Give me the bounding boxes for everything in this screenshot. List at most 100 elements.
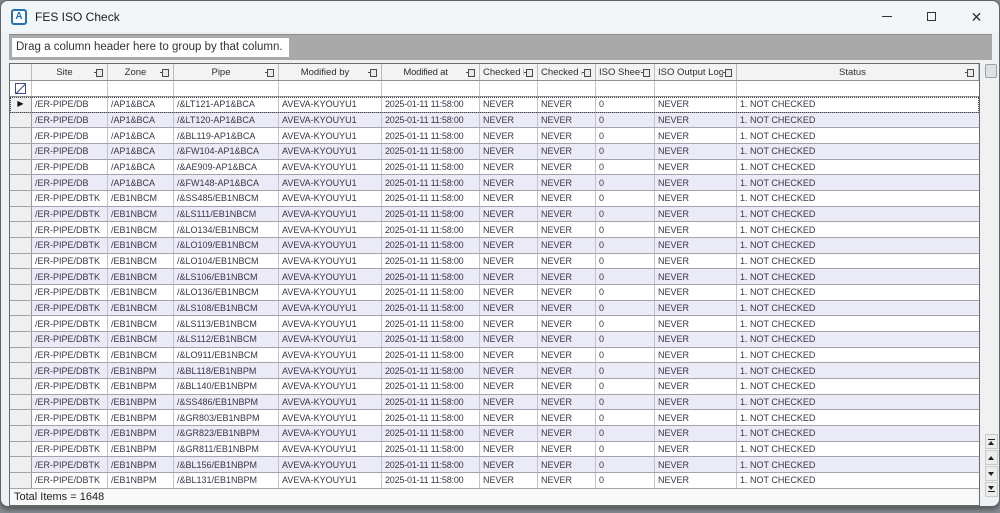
column-header-iso-output-log[interactable]: ISO Output Log [655, 64, 737, 80]
cell-checked-at[interactable]: NEVER [538, 175, 596, 190]
cell-zone[interactable]: /EB1NBCM [108, 348, 174, 363]
cell-modified-at[interactable]: 2025-01-11 11:58:00 [382, 395, 480, 410]
cell-zone[interactable]: /AP1&BCA [108, 97, 174, 112]
cell-modified-by[interactable]: AVEVA-KYOUYU1 [279, 363, 382, 378]
cell-checked-at[interactable]: NEVER [538, 144, 596, 159]
table-row[interactable]: /ER-PIPE/DBTK/EB1NBPM/&BL140/EB1NBPMAVEV… [10, 379, 979, 395]
cell-site[interactable]: /ER-PIPE/DB [32, 128, 108, 143]
cell-pipe[interactable]: /&BL118/EB1NBPM [174, 363, 279, 378]
column-header-modified-at[interactable]: Modified at [382, 64, 480, 80]
cell-status[interactable]: 1. NOT CHECKED [737, 348, 979, 363]
cell-modified-at[interactable]: 2025-01-11 11:58:00 [382, 113, 480, 128]
cell-iso-output-log[interactable]: NEVER [655, 332, 737, 347]
cell-iso-sheets[interactable]: 0 [596, 473, 655, 488]
cell-checked-by[interactable]: NEVER [480, 285, 538, 300]
cell-modified-by[interactable]: AVEVA-KYOUYU1 [279, 144, 382, 159]
cell-checked-by[interactable]: NEVER [480, 128, 538, 143]
cell-status[interactable]: 1. NOT CHECKED [737, 191, 979, 206]
cell-modified-at[interactable]: 2025-01-11 11:58:00 [382, 222, 480, 237]
cell-zone[interactable]: /EB1NBCM [108, 222, 174, 237]
cell-checked-by[interactable]: NEVER [480, 457, 538, 472]
cell-zone[interactable]: /EB1NBCM [108, 301, 174, 316]
clear-filter-cell[interactable] [10, 81, 32, 96]
cell-status[interactable]: 1. NOT CHECKED [737, 316, 979, 331]
cell-iso-output-log[interactable]: NEVER [655, 348, 737, 363]
cell-pipe[interactable]: /&BL156/EB1NBPM [174, 457, 279, 472]
cell-site[interactable]: /ER-PIPE/DBTK [32, 410, 108, 425]
filter-cell-checked-at[interactable] [538, 81, 596, 96]
table-row[interactable]: /ER-PIPE/DBTK/EB1NBPM/&BL118/EB1NBPMAVEV… [10, 363, 979, 379]
cell-checked-by[interactable]: NEVER [480, 160, 538, 175]
cell-modified-at[interactable]: 2025-01-11 11:58:00 [382, 426, 480, 441]
cell-site[interactable]: /ER-PIPE/DBTK [32, 426, 108, 441]
scrollbar-thumb[interactable] [985, 64, 997, 78]
cell-modified-by[interactable]: AVEVA-KYOUYU1 [279, 254, 382, 269]
cell-site[interactable]: /ER-PIPE/DBTK [32, 301, 108, 316]
cell-iso-output-log[interactable]: NEVER [655, 426, 737, 441]
pin-icon[interactable] [368, 68, 378, 77]
cell-iso-output-log[interactable]: NEVER [655, 410, 737, 425]
cell-zone[interactable]: /EB1NBPM [108, 395, 174, 410]
table-row[interactable]: /ER-PIPE/DBTK/EB1NBCM/&LO109/EB1NBCMAVEV… [10, 238, 979, 254]
cell-pipe[interactable]: /&LO134/EB1NBCM [174, 222, 279, 237]
cell-status[interactable]: 1. NOT CHECKED [737, 332, 979, 347]
cell-status[interactable]: 1. NOT CHECKED [737, 473, 979, 488]
cell-modified-at[interactable]: 2025-01-11 11:58:00 [382, 238, 480, 253]
cell-iso-output-log[interactable]: NEVER [655, 473, 737, 488]
pin-icon[interactable] [524, 68, 534, 77]
cell-iso-sheets[interactable]: 0 [596, 442, 655, 457]
table-row[interactable]: /ER-PIPE/DB/AP1&BCA/&BL119-AP1&BCAAVEVA-… [10, 128, 979, 144]
cell-modified-by[interactable]: AVEVA-KYOUYU1 [279, 269, 382, 284]
cell-pipe[interactable]: /&FW104-AP1&BCA [174, 144, 279, 159]
cell-status[interactable]: 1. NOT CHECKED [737, 426, 979, 441]
cell-status[interactable]: 1. NOT CHECKED [737, 128, 979, 143]
cell-checked-by[interactable]: NEVER [480, 348, 538, 363]
column-header-site[interactable]: Site [32, 64, 108, 80]
table-row[interactable]: /ER-PIPE/DBTK/EB1NBPM/&GR823/EB1NBPMAVEV… [10, 426, 979, 442]
column-header-zone[interactable]: Zone [108, 64, 174, 80]
cell-modified-at[interactable]: 2025-01-11 11:58:00 [382, 348, 480, 363]
cell-site[interactable]: /ER-PIPE/DB [32, 113, 108, 128]
table-row[interactable]: /ER-PIPE/DBTK/EB1NBCM/&LO104/EB1NBCMAVEV… [10, 254, 979, 270]
cell-site[interactable]: /ER-PIPE/DB [32, 160, 108, 175]
cell-checked-by[interactable]: NEVER [480, 395, 538, 410]
cell-checked-at[interactable]: NEVER [538, 191, 596, 206]
cell-iso-sheets[interactable]: 0 [596, 97, 655, 112]
table-row[interactable]: /ER-PIPE/DBTK/EB1NBCM/&LS111/EB1NBCMAVEV… [10, 207, 979, 223]
pin-icon[interactable] [723, 68, 733, 77]
table-row[interactable]: /ER-PIPE/DBTK/EB1NBCM/&LS112/EB1NBCMAVEV… [10, 332, 979, 348]
cell-pipe[interactable]: /&LO911/EB1NBCM [174, 348, 279, 363]
cell-pipe[interactable]: /&BL119-AP1&BCA [174, 128, 279, 143]
cell-status[interactable]: 1. NOT CHECKED [737, 238, 979, 253]
scroll-up-button[interactable] [985, 450, 998, 465]
cell-site[interactable]: /ER-PIPE/DBTK [32, 238, 108, 253]
cell-iso-sheets[interactable]: 0 [596, 113, 655, 128]
cell-modified-at[interactable]: 2025-01-11 11:58:00 [382, 316, 480, 331]
pin-icon[interactable] [466, 68, 476, 77]
cell-modified-by[interactable]: AVEVA-KYOUYU1 [279, 410, 382, 425]
cell-checked-by[interactable]: NEVER [480, 473, 538, 488]
cell-pipe[interactable]: /&LO136/EB1NBCM [174, 285, 279, 300]
cell-status[interactable]: 1. NOT CHECKED [737, 363, 979, 378]
cell-iso-sheets[interactable]: 0 [596, 207, 655, 222]
cell-pipe[interactable]: /&LO104/EB1NBCM [174, 254, 279, 269]
cell-checked-at[interactable]: NEVER [538, 348, 596, 363]
column-header-modified-by[interactable]: Modified by [279, 64, 382, 80]
title-bar[interactable]: A FES ISO Check ✕ [1, 1, 999, 32]
cell-modified-by[interactable]: AVEVA-KYOUYU1 [279, 207, 382, 222]
cell-modified-at[interactable]: 2025-01-11 11:58:00 [382, 285, 480, 300]
cell-modified-by[interactable]: AVEVA-KYOUYU1 [279, 379, 382, 394]
cell-pipe[interactable]: /&LS112/EB1NBCM [174, 332, 279, 347]
cell-modified-by[interactable]: AVEVA-KYOUYU1 [279, 348, 382, 363]
cell-site[interactable]: /ER-PIPE/DBTK [32, 191, 108, 206]
scroll-to-bottom-button[interactable] [985, 482, 998, 497]
cell-checked-at[interactable]: NEVER [538, 301, 596, 316]
cell-pipe[interactable]: /&LO109/EB1NBCM [174, 238, 279, 253]
cell-iso-sheets[interactable]: 0 [596, 363, 655, 378]
cell-iso-sheets[interactable]: 0 [596, 175, 655, 190]
cell-iso-output-log[interactable]: NEVER [655, 191, 737, 206]
cell-zone[interactable]: /EB1NBCM [108, 269, 174, 284]
cell-iso-output-log[interactable]: NEVER [655, 395, 737, 410]
table-row[interactable]: /ER-PIPE/DBTK/EB1NBCM/&LS113/EB1NBCMAVEV… [10, 316, 979, 332]
cell-modified-by[interactable]: AVEVA-KYOUYU1 [279, 222, 382, 237]
